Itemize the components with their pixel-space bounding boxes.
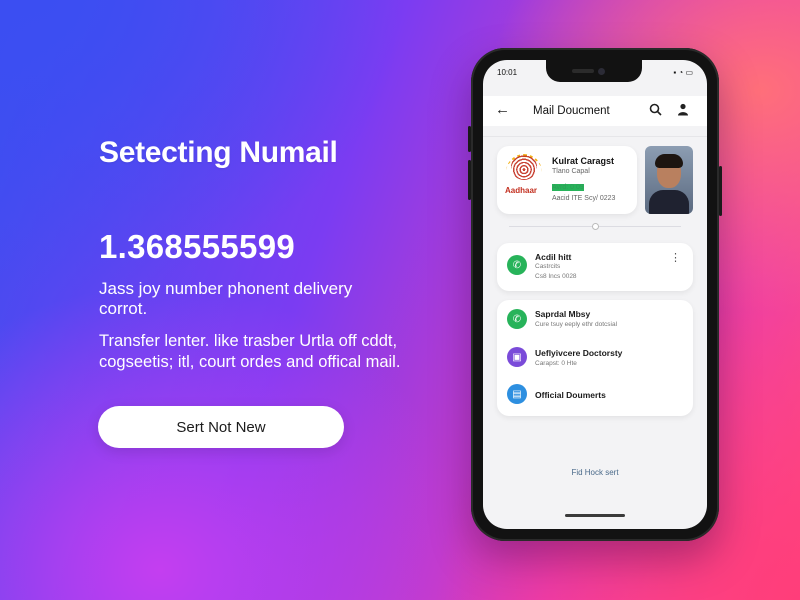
list-item-title: Ueflyivcere Doctorsty [535, 348, 623, 358]
phone-power-button [719, 166, 722, 216]
search-icon[interactable] [649, 103, 662, 119]
app-bar-title: Mail Doucment [533, 105, 610, 117]
home-indicator [565, 514, 625, 517]
list-item-sub: Carapst: 0 Hte [535, 360, 577, 367]
status-icons: ▪ ◔ ▭ [673, 68, 693, 77]
app-bar: ← Mail Doucment [483, 96, 707, 126]
document-icon: ▣ [507, 347, 527, 367]
user-icon[interactable] [677, 103, 689, 119]
phone-screen: 10:01 ▪ ◔ ▭ ← Mail Doucment Aadhaar Kulr… [483, 60, 707, 529]
id-card-line: Aacid ITE Scy/ 0223 [552, 195, 616, 202]
aadhaar-logo-icon: Aadhaar [505, 154, 543, 202]
contact-sub: Cs8 Incs 0028 [535, 273, 577, 280]
hero-number: 1.368555599 [99, 228, 295, 265]
phone-volume-up-button [468, 126, 471, 152]
list-item-title: Official Doumerts [535, 390, 606, 400]
profile-photo[interactable] [645, 146, 693, 214]
arrow-left-icon[interactable]: ← [495, 101, 510, 118]
hero-title: Setecting Numail [99, 136, 338, 169]
app-bar-divider [483, 136, 707, 137]
id-card-line: Tlano Capal [552, 168, 590, 175]
cta-button[interactable]: Sert Not New [98, 406, 344, 448]
contact-title: Acdil hitt [535, 252, 572, 262]
phone-mockup: 10:01 ▪ ◔ ▭ ← Mail Doucment Aadhaar Kulr… [468, 48, 722, 541]
whatsapp-icon: ✆ [507, 255, 527, 275]
list-item-sub: Cure tsuy eeply ethr dotcsial [535, 321, 618, 328]
folder-icon: ▤ [507, 384, 527, 404]
documents-list: ✆ Saprdal Mbsy Cure tsuy eeply ethr dotc… [497, 300, 693, 416]
id-card-name: Kulrat Caragst [552, 156, 615, 166]
phone-notch [546, 60, 642, 82]
camera-icon [598, 68, 605, 75]
phone-icon: ✆ [507, 309, 527, 329]
contact-sub: Castrcits [535, 263, 561, 270]
contact-card[interactable]: ✆ Acdil hitt Castrcits Cs8 Incs 0028 ⋮ [497, 243, 693, 291]
speaker-icon [572, 69, 594, 73]
id-card-line: Avrd: 0 09 [552, 184, 584, 191]
hero-description: Transfer lenter. like trasber Urtla off … [99, 332, 401, 371]
phone-volume-down-button [468, 160, 471, 200]
more-options-icon[interactable]: ⋮ [670, 251, 681, 264]
status-time: 10:01 [497, 68, 518, 77]
hero-subtitle: Jass joy number phonent delivery corrot. [99, 279, 353, 318]
carousel-pager [509, 223, 681, 230]
id-card[interactable]: Aadhaar Kulrat Caragst Tlano Capal Avrd:… [497, 146, 637, 214]
bottom-link[interactable]: Fid Hock sert [483, 468, 707, 477]
pager-dot[interactable] [592, 223, 599, 230]
list-item-title: Saprdal Mbsy [535, 309, 591, 319]
